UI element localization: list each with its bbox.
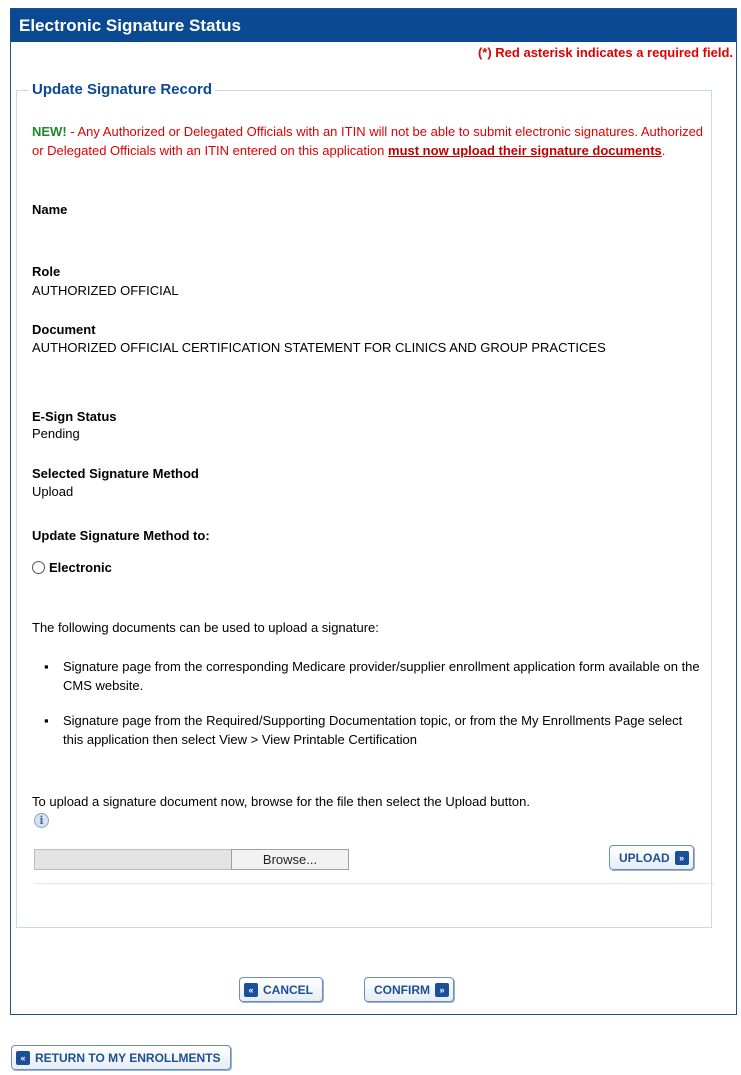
name-label: Name [32, 202, 68, 217]
update-method-label: Update Signature Method to: [32, 528, 210, 543]
esign-status-label: E-Sign Status [32, 409, 117, 424]
return-to-enrollments-button[interactable]: « RETURN TO MY ENROLLMENTS [11, 1045, 231, 1070]
selected-method-value: Upload [32, 484, 74, 499]
document-value: AUTHORIZED OFFICIAL CERTIFICATION STATEM… [32, 340, 606, 355]
electronic-radio-label: Electronic [49, 560, 112, 575]
bullet-marker: ▪ [44, 713, 49, 728]
esign-status-value: Pending [32, 426, 80, 441]
browse-button[interactable]: Browse... [231, 849, 349, 870]
upload-documents-link[interactable]: must now upload their signature document… [388, 143, 662, 158]
bullet-text: Signature page from the Required/Support… [63, 713, 683, 747]
chevron-double-right-icon: » [674, 850, 689, 865]
selected-method-label: Selected Signature Method [32, 466, 199, 481]
cancel-button-label: CANCEL [263, 982, 313, 997]
file-path-input[interactable] [34, 849, 232, 870]
list-item: ▪ Signature page from the corresponding … [44, 657, 704, 695]
new-label: NEW! [32, 124, 67, 139]
document-label: Document [32, 322, 96, 337]
bullet-text: Signature page from the corresponding Me… [63, 659, 700, 693]
upload-button[interactable]: UPLOAD » [609, 845, 694, 870]
itin-notice: NEW! - Any Authorized or Delegated Offic… [32, 122, 708, 160]
cancel-button[interactable]: « CANCEL [239, 977, 323, 1002]
electronic-radio-option[interactable]: Electronic [32, 560, 112, 575]
required-field-note: (*) Red asterisk indicates a required fi… [477, 45, 733, 60]
chevron-double-right-icon: » [435, 982, 449, 997]
bullet-marker: ▪ [44, 659, 49, 674]
chevron-double-left-icon: « [244, 982, 258, 997]
role-value: AUTHORIZED OFFICIAL [32, 283, 179, 298]
list-item: ▪ Signature page from the Required/Suppo… [44, 711, 704, 749]
panel-header: Electronic Signature Status [11, 9, 736, 42]
upload-button-label: UPLOAD [619, 850, 670, 865]
return-button-label: RETURN TO MY ENROLLMENTS [35, 1050, 221, 1065]
section-title: Update Signature Record [29, 80, 216, 100]
upload-intro: The following documents can be used to u… [32, 620, 379, 635]
confirm-button[interactable]: CONFIRM » [364, 977, 454, 1002]
confirm-button-label: CONFIRM [374, 982, 430, 997]
electronic-radio[interactable] [32, 561, 45, 574]
chevron-double-left-icon: « [16, 1050, 30, 1065]
notice-end: . [661, 143, 666, 158]
info-icon[interactable]: i [34, 813, 49, 828]
role-label: Role [32, 264, 61, 279]
divider [34, 883, 714, 884]
upload-instructions: To upload a signature document now, brow… [32, 794, 530, 809]
